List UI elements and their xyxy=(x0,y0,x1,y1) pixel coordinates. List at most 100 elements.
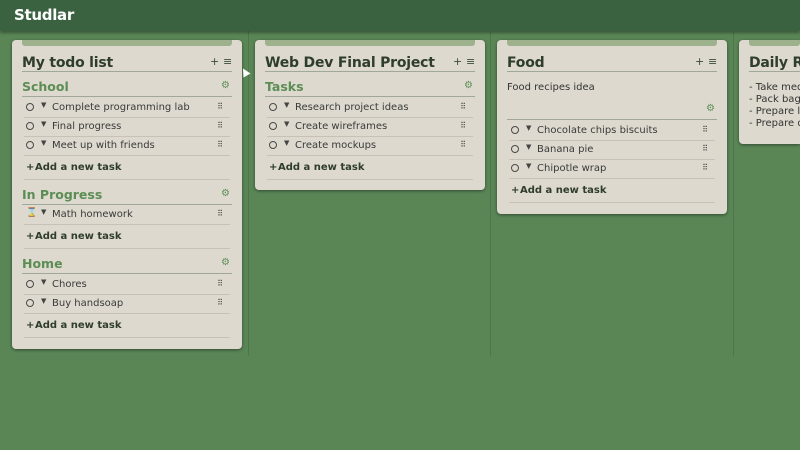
drag-grip-icon[interactable]: ⠿ xyxy=(217,209,223,218)
caret-down-icon[interactable]: ▼ xyxy=(41,297,46,305)
task-checkbox[interactable] xyxy=(511,145,519,153)
add-task-button[interactable]: + Add a new task xyxy=(24,227,230,249)
caret-down-icon[interactable]: ▼ xyxy=(284,139,289,147)
add-section-icon[interactable]: + xyxy=(453,55,462,68)
task-label: Banana pie xyxy=(537,144,594,155)
section-header-tasks: Tasks ⚙ xyxy=(265,79,475,97)
card-header: Food + ≡ xyxy=(507,54,717,72)
task-checkbox[interactable] xyxy=(26,280,34,288)
card-header: Daily Re xyxy=(749,54,800,72)
task-item[interactable]: ▼ Meet up with friends ⠿ xyxy=(24,137,230,156)
task-item[interactable]: ▼ Research project ideas ⠿ xyxy=(267,99,473,118)
add-task-button[interactable]: + Add a new task xyxy=(24,316,230,338)
task-checkbox[interactable] xyxy=(269,103,277,111)
settings-icon[interactable]: ⚙ xyxy=(706,103,715,114)
task-label: Create mockups xyxy=(295,140,377,151)
drag-grip-icon[interactable]: ⠿ xyxy=(217,102,223,111)
drag-grip-icon[interactable]: ⠿ xyxy=(702,125,708,134)
add-task-button[interactable]: + Add a new task xyxy=(267,158,473,180)
caret-down-icon[interactable]: ▼ xyxy=(284,120,289,128)
menu-icon[interactable]: ≡ xyxy=(466,55,475,68)
caret-down-icon[interactable]: ▼ xyxy=(526,162,531,170)
task-item[interactable]: ▼ Complete programming lab ⠿ xyxy=(24,99,230,118)
card-title: Web Dev Final Project xyxy=(265,55,435,71)
task-checkbox[interactable] xyxy=(26,299,34,307)
top-bar: Studlar xyxy=(0,0,800,31)
drag-grip-icon[interactable]: ⠿ xyxy=(217,140,223,149)
caret-down-icon[interactable]: ▼ xyxy=(41,139,46,147)
task-item[interactable]: ▼ Banana pie ⠿ xyxy=(509,141,715,160)
task-item[interactable]: ▼ Chores ⠿ xyxy=(24,276,230,295)
drag-grip-icon[interactable]: ⠿ xyxy=(460,121,466,130)
task-item[interactable]: ▼ Create wireframes ⠿ xyxy=(267,118,473,137)
note-line: - Prepare lu xyxy=(749,106,800,117)
card-drag-handle[interactable] xyxy=(749,40,800,46)
drag-grip-icon[interactable]: ⠿ xyxy=(217,121,223,130)
add-task-label: Add a new task xyxy=(278,162,365,173)
drag-grip-icon[interactable]: ⠿ xyxy=(702,163,708,172)
caret-down-icon[interactable]: ▼ xyxy=(41,101,46,109)
drag-grip-icon[interactable]: ⠿ xyxy=(217,298,223,307)
drag-grip-icon[interactable]: ⠿ xyxy=(217,279,223,288)
menu-icon[interactable]: ≡ xyxy=(223,55,232,68)
task-checkbox[interactable] xyxy=(26,141,34,149)
task-label: Buy handsoap xyxy=(52,298,124,309)
menu-icon[interactable]: ≡ xyxy=(708,55,717,68)
column-divider xyxy=(733,31,734,356)
task-label: Create wireframes xyxy=(295,121,388,132)
task-item[interactable]: ⌛ ▼ Math homework ⠿ xyxy=(24,206,230,225)
card-drag-handle[interactable] xyxy=(265,40,475,46)
drag-grip-icon[interactable]: ⠿ xyxy=(460,140,466,149)
settings-icon[interactable]: ⚙ xyxy=(221,257,230,268)
task-checkbox[interactable] xyxy=(269,141,277,149)
hourglass-icon[interactable]: ⌛ xyxy=(26,208,37,218)
add-task-button[interactable]: + Add a new task xyxy=(509,181,715,203)
task-checkbox[interactable] xyxy=(511,126,519,134)
task-checkbox[interactable] xyxy=(26,103,34,111)
note-line: - Pack bag f xyxy=(749,94,800,105)
board-card-web-dev: Web Dev Final Project + ≡ Tasks ⚙ ▼ Rese… xyxy=(255,40,485,190)
drag-grip-icon[interactable]: ⠿ xyxy=(460,102,466,111)
task-label: Math homework xyxy=(52,209,133,220)
section-title: Tasks xyxy=(265,79,304,94)
add-task-label: Add a new task xyxy=(520,185,607,196)
task-label: Chocolate chips biscuits xyxy=(537,125,658,136)
section-title: School xyxy=(22,79,69,94)
plus-icon: + xyxy=(269,162,278,173)
task-item[interactable]: ▼ Chipotle wrap ⠿ xyxy=(509,160,715,179)
settings-icon[interactable]: ⚙ xyxy=(221,188,230,199)
add-section-icon[interactable]: + xyxy=(695,55,704,68)
task-item[interactable]: ▼ Create mockups ⠿ xyxy=(267,137,473,156)
task-label: Chipotle wrap xyxy=(537,163,607,174)
task-checkbox[interactable] xyxy=(269,122,277,130)
task-checkbox[interactable] xyxy=(26,122,34,130)
section-title: Home xyxy=(22,256,63,271)
caret-down-icon[interactable]: ▼ xyxy=(284,101,289,109)
caret-down-icon[interactable]: ▼ xyxy=(41,278,46,286)
caret-down-icon[interactable]: ▼ xyxy=(41,208,46,216)
note-line: - Prepare q xyxy=(749,118,800,129)
plus-icon: + xyxy=(26,320,35,331)
task-label: Complete programming lab xyxy=(52,102,190,113)
plus-icon: + xyxy=(26,231,35,242)
card-title: Food xyxy=(507,55,545,71)
caret-down-icon[interactable]: ▼ xyxy=(526,124,531,132)
caret-down-icon[interactable]: ▼ xyxy=(41,120,46,128)
add-task-button[interactable]: + Add a new task xyxy=(24,158,230,180)
card-drag-handle[interactable] xyxy=(22,40,232,46)
task-item[interactable]: ▼ Buy handsoap ⠿ xyxy=(24,295,230,314)
settings-icon[interactable]: ⚙ xyxy=(464,80,473,91)
board-note: Food recipes idea xyxy=(507,82,595,93)
add-section-icon[interactable]: + xyxy=(210,55,219,68)
drag-grip-icon[interactable]: ⠿ xyxy=(702,144,708,153)
caret-down-icon[interactable]: ▼ xyxy=(526,143,531,151)
plus-icon: + xyxy=(26,162,35,173)
card-drag-handle[interactable] xyxy=(507,40,717,46)
board-card-my-todo-list: My todo list + ≡ School ⚙ ▼ Complete pro… xyxy=(12,40,242,349)
section-title: In Progress xyxy=(22,187,103,202)
task-item[interactable]: ▼ Chocolate chips biscuits ⠿ xyxy=(509,122,715,141)
task-checkbox[interactable] xyxy=(511,164,519,172)
note-line: - Take meds xyxy=(749,82,800,93)
settings-icon[interactable]: ⚙ xyxy=(221,80,230,91)
task-item[interactable]: ▼ Final progress ⠿ xyxy=(24,118,230,137)
